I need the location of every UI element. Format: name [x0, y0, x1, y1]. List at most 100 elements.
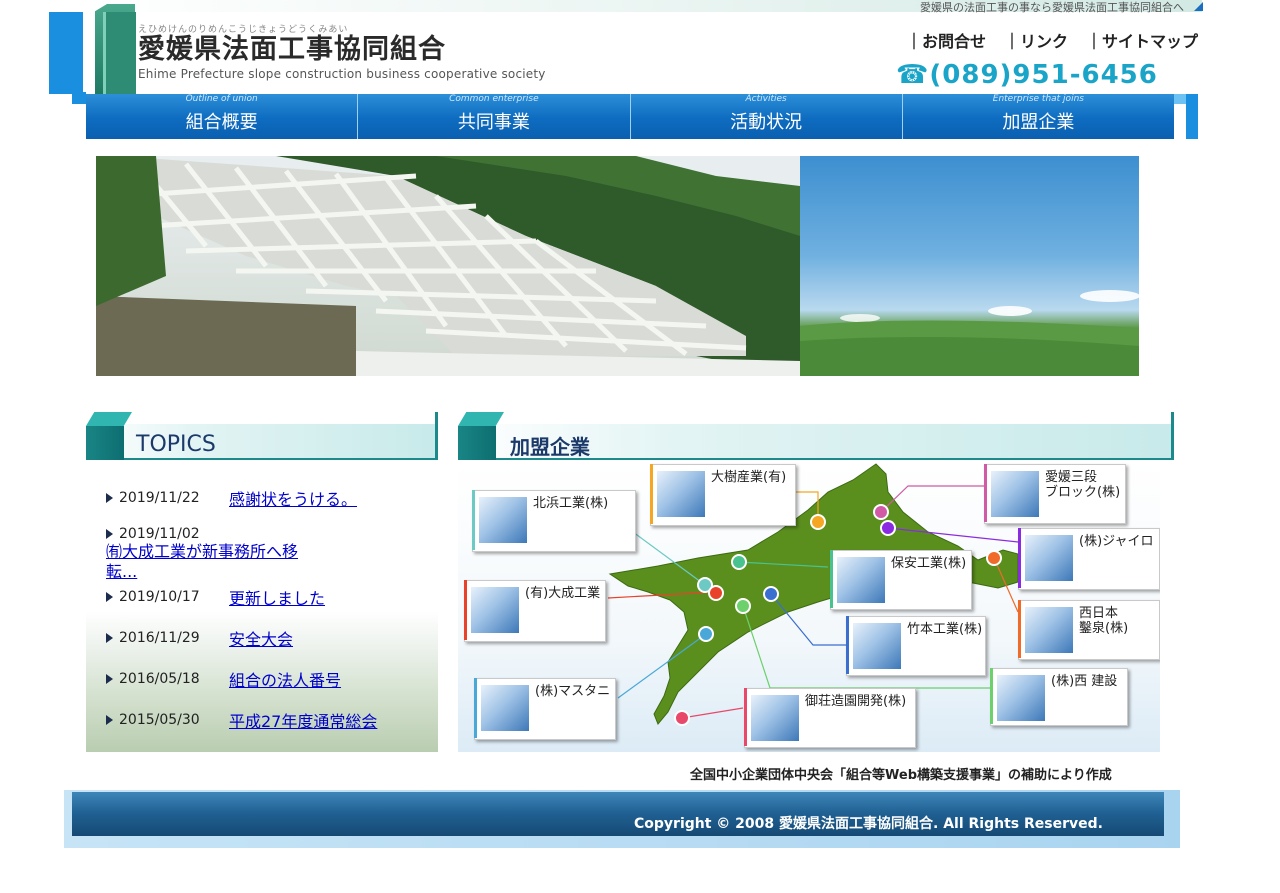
member-name: (株)西 建設 — [1051, 674, 1118, 689]
copyright-text: Copyright © 2008 愛媛県法面工事協同組合. All Rights… — [634, 816, 1103, 832]
topic-link[interactable]: 更新しました — [229, 589, 325, 608]
building-thumbnail — [991, 471, 1039, 517]
topics-list: 2019/11/22 感謝状をうける。 2019/11/02㈲大成工業が新事務所へ… — [86, 470, 438, 752]
arrow-right-icon — [106, 493, 113, 503]
building-thumbnail — [471, 587, 519, 633]
member-map: 北浜工業(株) 大樹産業(有) 愛媛三段 ブロック(株) (株)ジャイロ 保安工… — [458, 462, 1160, 752]
member-name: (株)マスタニ — [535, 684, 611, 699]
member-name: 竹本工業(株) — [907, 622, 983, 637]
site-subtitle: Ehime Prefecture slope construction busi… — [138, 67, 546, 81]
nav-label: 共同事業 — [457, 112, 530, 133]
member-card[interactable]: 御荘造園開発(株) — [744, 688, 916, 748]
member-card[interactable]: (株)西 建設 — [990, 668, 1128, 726]
topic-link[interactable]: 平成27年度通常総会 — [229, 712, 377, 731]
nav-decoration — [1174, 94, 1186, 104]
list-item: 2019/11/02㈲大成工業が新事務所へ移転... — [106, 526, 438, 582]
logo-mark — [103, 12, 136, 96]
topic-date: 2019/11/22 — [119, 490, 200, 506]
member-card[interactable]: 竹本工業(株) — [846, 616, 986, 676]
nav-label-en: Outline of union — [185, 94, 258, 104]
nav-item-common-enterprise[interactable]: Common enterprise 共同事業 — [358, 94, 631, 139]
hero-sky-photo — [800, 156, 1139, 376]
list-item: 2019/10/17 更新しました — [106, 585, 325, 609]
card-accent — [830, 550, 833, 608]
links-link[interactable]: ｜リンク — [1004, 28, 1068, 52]
building-thumbnail — [657, 471, 705, 517]
utility-links: ｜お問合せ ｜リンク ｜サイトマップ — [906, 28, 1198, 52]
topic-link[interactable]: ㈲大成工業が新事務所へ移転... — [106, 542, 318, 582]
nav-decoration — [1186, 94, 1198, 139]
member-name: 保安工業(株) — [891, 556, 967, 571]
hero-slope-photo — [96, 156, 800, 376]
building-thumbnail — [853, 623, 901, 669]
building-thumbnail — [1025, 535, 1073, 581]
card-accent — [474, 678, 477, 738]
list-item: 2015/05/30 平成27年度通常総会 — [106, 708, 377, 732]
nav-label-en: Enterprise that joins — [992, 94, 1084, 104]
member-card[interactable]: (有)大成工業 — [464, 580, 606, 642]
building-thumbnail — [837, 557, 885, 603]
building-thumbnail — [751, 695, 799, 741]
topic-link[interactable]: 組合の法人番号 — [229, 671, 341, 690]
topic-link[interactable]: 安全大会 — [229, 630, 293, 649]
nav-item-outline[interactable]: Outline of union 組合概要 — [86, 94, 359, 139]
header-decoration — [72, 92, 86, 104]
arrow-right-icon — [106, 715, 113, 725]
contact-link[interactable]: ｜お問合せ — [906, 28, 986, 52]
member-card[interactable]: 愛媛三段 ブロック(株) — [984, 464, 1126, 524]
member-card[interactable]: (株)ジャイロ — [1018, 528, 1160, 590]
section-header-edge — [435, 412, 438, 460]
card-accent — [1018, 528, 1021, 588]
member-card[interactable]: 保安工業(株) — [830, 550, 972, 610]
topic-date: 2016/05/18 — [119, 671, 200, 687]
member-name: 西日本 鑿泉(株) — [1079, 606, 1129, 636]
main-nav: Outline of union 組合概要 Common enterprise … — [86, 94, 1174, 139]
header-tagline: 愛媛県の法面工事の事なら愛媛県法面工事協同組合へ — [920, 1, 1184, 14]
member-card[interactable]: 西日本 鑿泉(株) — [1018, 600, 1160, 660]
phone-number: ☎(089)951-6456 — [896, 60, 1158, 90]
member-name: (有)大成工業 — [525, 586, 601, 601]
card-accent — [472, 490, 475, 550]
arrow-right-icon — [106, 674, 113, 684]
nav-label-en: Activities — [745, 94, 787, 104]
slope-lattice-illustration — [96, 156, 800, 376]
section-header-edge — [1171, 412, 1174, 460]
nav-item-activities[interactable]: Activities 活動状況 — [630, 94, 903, 139]
cube-icon — [458, 426, 496, 460]
cube-icon — [86, 426, 124, 460]
topics-title: TOPICS — [136, 432, 216, 457]
member-name: (株)ジャイロ — [1079, 534, 1154, 549]
card-accent — [984, 464, 987, 522]
card-accent — [650, 464, 653, 524]
topic-link[interactable]: 感謝状をうける。 — [229, 490, 357, 509]
nav-label: 活動状況 — [730, 112, 803, 133]
nav-label-en: Common enterprise — [449, 94, 539, 104]
members-title: 加盟企業 — [510, 435, 590, 459]
member-name: 御荘造園開発(株) — [805, 694, 907, 709]
credit-text: 全国中小企業団体中央会「組合等Web構築支援事業」の補助により作成 — [690, 768, 1112, 783]
card-accent — [1018, 600, 1021, 658]
list-item: 2016/05/18 組合の法人番号 — [106, 667, 341, 691]
card-accent — [744, 688, 747, 746]
topics-header: TOPICS — [86, 412, 438, 460]
card-accent — [990, 668, 993, 724]
site-logo[interactable]: えひめけんのりめんこうじきょうどうくみあい 愛媛県法面工事協同組合 Ehime … — [138, 22, 546, 81]
nav-label: 加盟企業 — [1002, 112, 1075, 133]
member-card[interactable]: 北浜工業(株) — [472, 490, 636, 552]
site-title: 愛媛県法面工事協同組合 — [138, 34, 446, 65]
member-card[interactable]: (株)マスタニ — [474, 678, 616, 740]
arrow-right-icon — [106, 529, 113, 539]
list-item: 2019/11/22 感謝状をうける。 — [106, 486, 357, 510]
sitemap-link[interactable]: ｜サイトマップ — [1086, 28, 1198, 52]
building-thumbnail — [479, 497, 527, 543]
list-item: 2016/11/29 安全大会 — [106, 626, 293, 650]
building-thumbnail — [997, 675, 1045, 721]
topic-date: 2015/05/30 — [119, 712, 200, 728]
member-card[interactable]: 大樹産業(有) — [650, 464, 796, 526]
topic-date: 2019/10/17 — [119, 589, 200, 605]
member-name: 大樹産業(有) — [711, 470, 787, 485]
nav-item-members[interactable]: Enterprise that joins 加盟企業 — [902, 94, 1174, 139]
building-thumbnail — [481, 685, 529, 731]
corner-triangle-icon — [1194, 2, 1203, 11]
topic-date: 2016/11/29 — [119, 630, 200, 646]
